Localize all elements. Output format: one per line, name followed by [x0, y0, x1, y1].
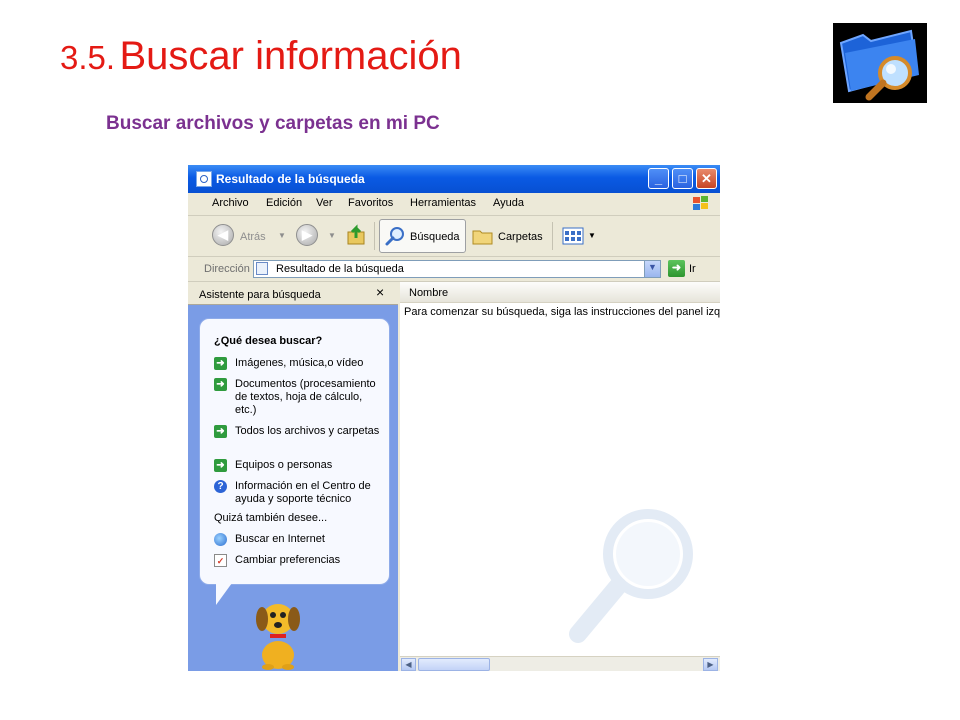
- folder-search-icon: [833, 23, 927, 103]
- menu-ver[interactable]: Ver: [316, 197, 333, 209]
- window-title: Resultado de la búsqueda: [216, 172, 365, 186]
- views-dropdown-icon[interactable]: ▼: [588, 231, 596, 240]
- green-arrow-icon: ➜: [214, 357, 227, 370]
- search-question: ¿Qué desea buscar?: [214, 335, 323, 347]
- close-button[interactable]: ✕: [696, 168, 717, 189]
- slide-title-number: 3.5.: [60, 39, 116, 76]
- window-titlebar[interactable]: Resultado de la búsqueda _ □ ✕: [188, 165, 720, 193]
- search-assistant-panel: Asistente para búsqueda × ¿Qué desea bus…: [188, 282, 398, 671]
- scroll-left-icon[interactable]: ◀: [401, 658, 416, 671]
- scroll-right-icon[interactable]: ▶: [703, 658, 718, 671]
- search-results-window: Resultado de la búsqueda _ □ ✕ Archivo E…: [188, 165, 720, 671]
- bubble-tail: [207, 583, 233, 605]
- results-pane: Nombre Para comenzar su búsqueda, siga l…: [400, 282, 720, 671]
- slide-title: 3.5. Buscar información: [60, 34, 462, 79]
- preferences-icon: ✓: [214, 554, 227, 567]
- folders-label[interactable]: Carpetas: [498, 231, 543, 243]
- search-options-bubble: ¿Qué desea buscar? ➜ Imágenes, música,o …: [199, 318, 390, 585]
- green-arrow-icon: ➜: [214, 378, 227, 391]
- address-dropdown-button[interactable]: ▼: [644, 261, 660, 277]
- windows-logo-icon: [693, 196, 708, 210]
- menu-ayuda[interactable]: Ayuda: [493, 197, 524, 209]
- minimize-icon: _: [654, 171, 663, 186]
- green-arrow-icon: ➜: [214, 459, 227, 472]
- menu-edicion[interactable]: Edición: [266, 197, 302, 209]
- address-label: Dirección: [204, 263, 250, 275]
- forward-arrow-icon: ▶: [302, 227, 312, 242]
- go-label[interactable]: Ir: [689, 263, 696, 275]
- go-arrow-icon: ➜: [671, 262, 682, 274]
- magnifier-watermark-icon: [569, 509, 693, 643]
- magnifier-icon: [385, 227, 404, 246]
- horizontal-scrollbar[interactable]: ◀ ▶: [400, 656, 720, 671]
- scroll-thumb[interactable]: [418, 658, 490, 671]
- toolbar: ◀ Atrás ▼ ▶ ▼ Búsqueda Carpetas ▼: [188, 216, 720, 257]
- search-window-icon: [196, 171, 212, 187]
- toolbar-separator: [552, 222, 553, 250]
- search-button-label: Búsqueda: [410, 231, 460, 243]
- search-assistant-header: Asistente para búsqueda ×: [188, 282, 398, 305]
- green-arrow-icon: ➜: [214, 425, 227, 438]
- column-header-name[interactable]: Nombre: [400, 282, 720, 303]
- menu-archivo[interactable]: Archivo: [212, 197, 249, 209]
- back-button[interactable]: ◀: [212, 224, 234, 246]
- forward-button[interactable]: ▶: [296, 224, 318, 246]
- search-assistant-title: Asistente para búsqueda: [199, 289, 321, 301]
- menu-favoritos[interactable]: Favoritos: [348, 197, 393, 209]
- option-label[interactable]: Buscar en Internet: [235, 533, 385, 546]
- folder-up-icon[interactable]: [346, 224, 368, 246]
- close-icon: ✕: [701, 171, 712, 186]
- back-arrow-icon: ◀: [218, 227, 228, 242]
- chevron-down-icon: ▼: [648, 262, 657, 272]
- folders-icon[interactable]: [472, 226, 494, 246]
- back-dropdown-icon[interactable]: ▼: [278, 231, 286, 240]
- address-bar: Dirección Resultado de la búsqueda ▼ ➜ I…: [188, 257, 720, 282]
- maximize-button[interactable]: □: [672, 168, 693, 189]
- menu-herramientas[interactable]: Herramientas: [410, 197, 476, 209]
- option-label[interactable]: Equipos o personas: [235, 459, 385, 472]
- option-label[interactable]: Información en el Centro de ayuda y sopo…: [235, 480, 385, 506]
- slide-subtitle: Buscar archivos y carpetas en mi PC: [106, 113, 440, 134]
- address-field[interactable]: Resultado de la búsqueda ▼: [253, 260, 661, 278]
- slide-title-text: Buscar información: [119, 34, 462, 78]
- option-label[interactable]: Imágenes, música,o vídeo: [235, 357, 385, 370]
- also-want-label: Quizá también desee...: [214, 512, 328, 524]
- search-button[interactable]: Búsqueda: [379, 219, 466, 253]
- go-button[interactable]: ➜: [668, 260, 685, 277]
- maximize-icon: □: [678, 171, 687, 186]
- search-dog-icon[interactable]: [242, 597, 312, 671]
- option-label[interactable]: Documentos (procesamiento de textos, hoj…: [235, 378, 385, 417]
- back-label[interactable]: Atrás: [240, 231, 266, 243]
- menu-bar: Archivo Edición Ver Favoritos Herramient…: [188, 193, 720, 216]
- option-label[interactable]: Cambiar preferencias: [235, 554, 385, 567]
- search-results-icon: [256, 262, 268, 275]
- option-label[interactable]: Todos los archivos y carpetas: [235, 425, 385, 438]
- close-panel-icon[interactable]: ×: [376, 284, 384, 300]
- views-icon[interactable]: [562, 227, 584, 245]
- help-icon: ?: [214, 480, 227, 493]
- results-instructions: Para comenzar su búsqueda, siga las inst…: [404, 306, 720, 318]
- toolbar-separator: [374, 222, 375, 250]
- minimize-button[interactable]: _: [648, 168, 669, 189]
- globe-search-icon: [214, 533, 227, 546]
- column-header-label: Nombre: [409, 287, 449, 299]
- forward-dropdown-icon[interactable]: ▼: [328, 231, 336, 240]
- address-value: Resultado de la búsqueda: [276, 263, 404, 275]
